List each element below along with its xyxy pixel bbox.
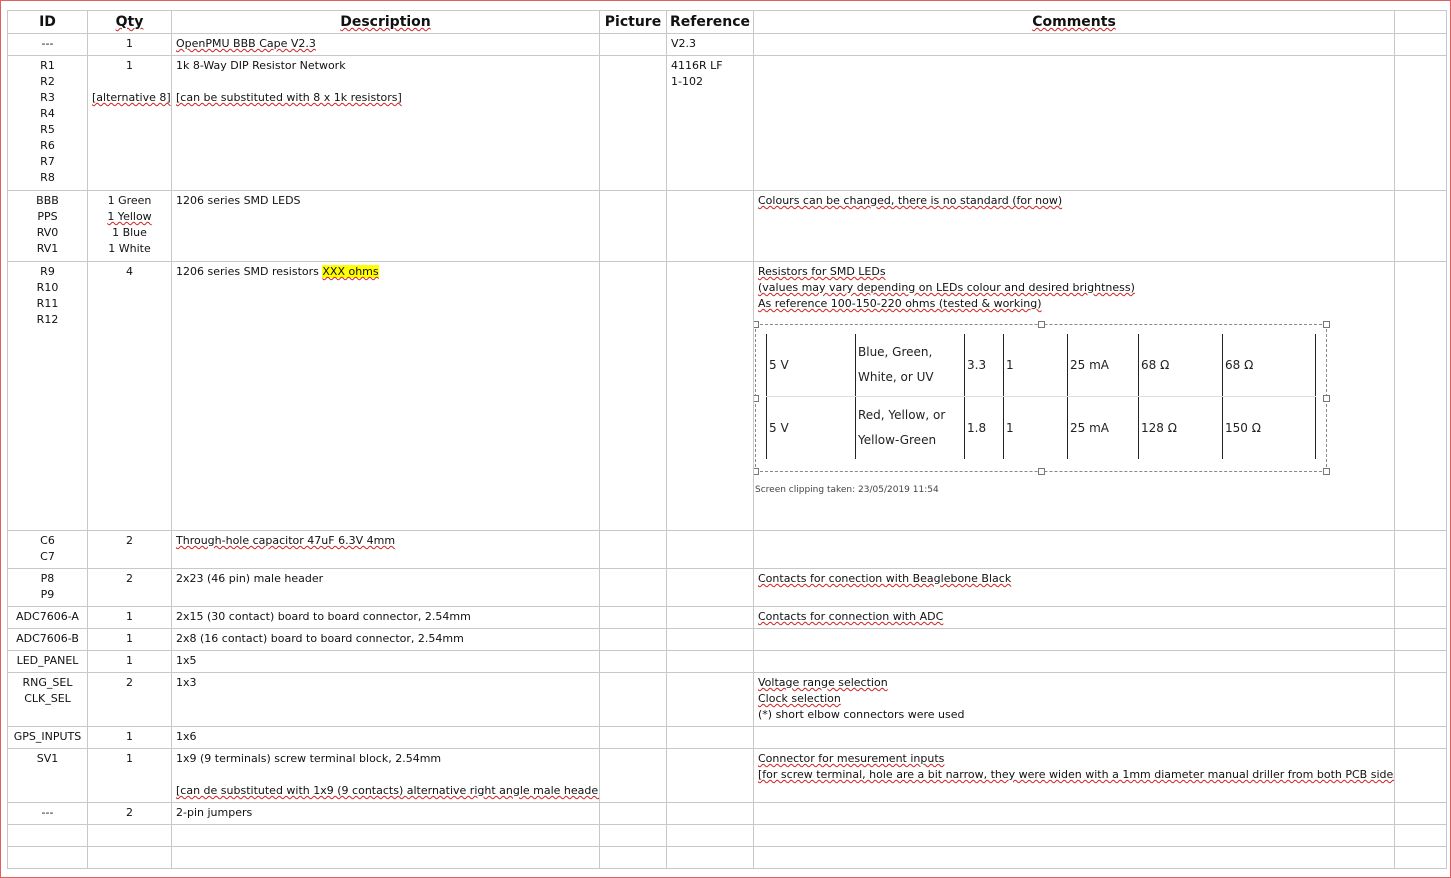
cell-desc: 1x5 — [171, 650, 600, 673]
cell-desc: 2x23 (46 pin) male header — [171, 568, 600, 607]
cell-desc: 1x6 — [171, 726, 600, 749]
clipping-timestamp: Screen clipping taken: 23/05/2019 11:54 — [755, 485, 939, 495]
table-row: R1 R2 R3 R4 R5 R6 R7 R8 1 [alternative 8] 1k… — [7, 55, 1447, 191]
cell-qty: 1 — [87, 748, 172, 803]
table-row: ADC7606-B 1 2x8 (16 contact) board to bo… — [7, 628, 1447, 651]
cell-id: GPS_INPUTS — [7, 726, 88, 749]
table-row: ADC7606-A 1 2x15 (30 contact) board to b… — [7, 606, 1447, 629]
bom-table: ID Qty Description Picture Reference Com… — [7, 10, 1447, 869]
cell-desc: 1x9 (9 terminals) screw terminal block, … — [171, 748, 600, 803]
cell-id: ADC7606-A — [7, 606, 88, 629]
col-comments: Comments — [753, 10, 1395, 34]
cell-comment: Voltage range selection Clock selection … — [753, 672, 1395, 727]
table-row: BBB PPS RV0 RV1 1 Green 1 Yellow 1 Blue 1 Wh… — [7, 190, 1447, 262]
cell-desc: 2-pin jumpers — [171, 802, 600, 825]
cell-comment — [753, 650, 1395, 673]
header-row: ID Qty Description Picture Reference Com… — [7, 10, 1447, 34]
col-id: ID — [7, 10, 88, 34]
cell-qty: 4 — [87, 261, 172, 531]
table-row: LED_PANEL 1 1x5 — [7, 650, 1447, 673]
led-resistor-table: 5 V Blue, Green, White, or UV 3.3 1 25 mA… — [766, 334, 1316, 459]
cell-qty: 2 — [87, 530, 172, 569]
cell-id: R1 R2 R3 R4 R5 R6 R7 R8 — [7, 55, 88, 191]
cell-desc: Through-hole capacitor 47uF 6.3V 4mm — [171, 530, 600, 569]
cell-qty: 1 — [87, 606, 172, 629]
cell-qty: 1 — [87, 628, 172, 651]
cell-id: RNG_SEL CLK_SEL — [7, 672, 88, 727]
cell-ref: 4116R LF 1-102 — [666, 55, 754, 191]
cell-qty: 1 — [87, 726, 172, 749]
cell-id: C6 C7 — [7, 530, 88, 569]
cell-desc: 2x15 (30 contact) board to board connect… — [171, 606, 600, 629]
table-row: --- 2 2-pin jumpers — [7, 802, 1447, 825]
col-extra — [1394, 10, 1447, 34]
cell-comment — [753, 530, 1395, 569]
col-qty: Qty — [87, 10, 172, 34]
cell-desc: 1x3 — [171, 672, 600, 727]
col-picture: Picture — [599, 10, 667, 34]
cell-qty: 1 — [87, 33, 172, 56]
cell-comment: Resistors for SMD LEDs (values may vary … — [753, 261, 1395, 531]
cell-comment: Colours can be changed, there is no stan… — [753, 190, 1395, 262]
cell-qty: 1 [alternative 8] — [87, 55, 172, 191]
cell-desc: 1206 series SMD resistors XXX ohms — [171, 261, 600, 531]
screen-clipping[interactable]: 5 V Blue, Green, White, or UV 3.3 1 25 mA… — [754, 321, 1330, 475]
cell-id: --- — [7, 802, 88, 825]
cell-picture — [599, 33, 667, 56]
table-row: SV1 1 1x9 (9 terminals) screw terminal b… — [7, 748, 1447, 803]
table-row: R9 R10 R11 R12 4 1206 series SMD resistors… — [7, 261, 1447, 531]
cell-qty: 2 — [87, 568, 172, 607]
cell-id: R9 R10 R11 R12 — [7, 261, 88, 531]
cell-qty: 2 — [87, 802, 172, 825]
cell-id: --- — [7, 33, 88, 56]
cell-qty: 2 — [87, 672, 172, 727]
cell-comment — [753, 726, 1395, 749]
cell-comment — [753, 802, 1395, 825]
cell-comment: Contacts for conection with Beaglebone B… — [753, 568, 1395, 607]
cell-comment — [753, 33, 1395, 56]
cell-qty: 1 — [87, 650, 172, 673]
cell-desc: 2x8 (16 contact) board to board connecto… — [171, 628, 600, 651]
table-row: C6 C7 2 Through-hole capacitor 47uF 6.3V … — [7, 530, 1447, 569]
cell-id: P8 P9 — [7, 568, 88, 607]
table-row: P8 P9 2 2x23 (46 pin) male header Contact… — [7, 568, 1447, 607]
col-description: Description — [171, 10, 600, 34]
table-row: RNG_SEL CLK_SEL 2 1x3 Voltage range selec… — [7, 672, 1447, 727]
table-row-empty — [7, 824, 1447, 847]
cell-id: BBB PPS RV0 RV1 — [7, 190, 88, 262]
cell-comment: Connector for mesurement inputs [for scr… — [753, 748, 1395, 803]
cell-qty: 1 Green 1 Yellow 1 Blue 1 White — [87, 190, 172, 262]
cell-id: SV1 — [7, 748, 88, 803]
cell-id: ADC7606-B — [7, 628, 88, 651]
cell-id: LED_PANEL — [7, 650, 88, 673]
col-reference: Reference — [666, 10, 754, 34]
cell-desc: 1k 8-Way DIP Resistor Network [can be su… — [171, 55, 600, 191]
cell-ref: V2.3 — [666, 33, 754, 56]
cell-desc: OpenPMU BBB Cape V2.3 — [171, 33, 600, 56]
cell-comment — [753, 628, 1395, 651]
table-row-empty — [7, 846, 1447, 869]
table-row: GPS_INPUTS 1 1x6 — [7, 726, 1447, 749]
cell-desc: 1206 series SMD LEDS — [171, 190, 600, 262]
table-row: --- 1 OpenPMU BBB Cape V2.3 V2.3 — [7, 33, 1447, 56]
cell-comment: Contacts for connection with ADC — [753, 606, 1395, 629]
